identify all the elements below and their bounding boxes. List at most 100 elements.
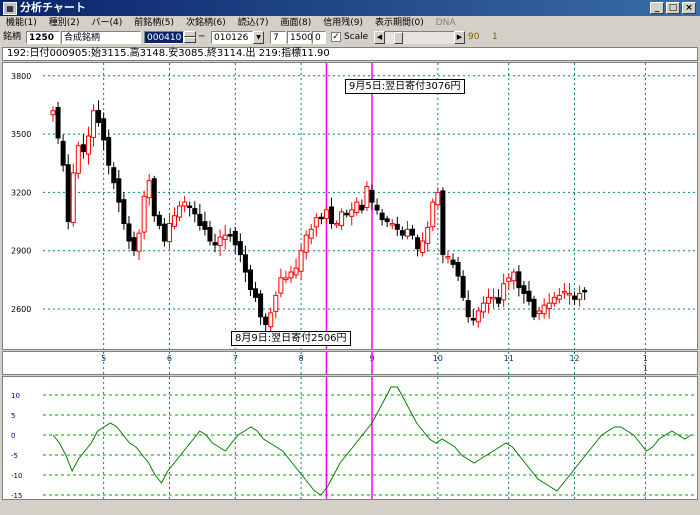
date-tick-label: 10 [433,354,443,363]
candle-body [116,178,122,203]
param2-field[interactable]: 1500 [287,31,313,44]
candle-body [516,271,522,289]
menu-dna: DNA [435,18,456,28]
candle-body [111,167,117,184]
candle-body [334,222,340,226]
candle-body [156,214,162,226]
candle-body [501,283,507,301]
candle-body [141,195,147,233]
candle-body [242,254,248,273]
price-chart-pane[interactable]: 3800 3500 3200 2900 2600 9月5日:翌日寄付3076円 8月9日… [2,62,698,350]
candle-body [475,310,481,323]
candle-body [415,237,421,250]
candle-body [511,271,517,282]
candle-body [258,293,264,318]
end-date-field[interactable]: 010126 [211,31,253,44]
candle-body [308,228,314,239]
candle-body [227,234,233,237]
menu-next-symbol[interactable]: 次銘柄(6) [180,16,232,30]
candle-body [273,294,279,312]
candle-body [207,227,213,242]
candle-body [339,211,345,227]
candle-body [318,216,324,220]
scale-left-arrow-icon[interactable]: ◀ [374,31,385,44]
title-bar: ▦ 分析チャート _ □ × [0,0,700,16]
date-tick-label: 1 [643,354,648,363]
menu-margin[interactable]: 信用残(9) [317,16,369,30]
candle-body [253,288,259,298]
candle-body [344,212,350,216]
indicator-tick-label: -15 [11,492,22,499]
candle-body [212,242,218,246]
candle-body [283,277,289,281]
candle-body [582,289,588,293]
menu-load[interactable]: 読込(7) [232,16,275,30]
scale-slider-thumb[interactable] [394,32,403,44]
candle-body [70,172,76,224]
minimize-button[interactable]: _ [650,2,664,14]
scale-checkbox[interactable]: ✓ [331,32,341,42]
menu-bar: 機能(1) 種別(2) バー(4) 前銘柄(5) 次銘柄(6) 読込(7) 画面… [0,16,700,30]
menu-type[interactable]: 種別(2) [43,16,86,30]
candle-body [450,259,456,265]
candle-body [531,298,537,318]
param1-field[interactable]: 7 [270,31,286,44]
menu-screen[interactable]: 画面(8) [275,16,318,30]
candle-body [161,223,167,242]
start-date-spinner[interactable] [184,31,196,44]
candle-body [91,110,97,138]
candle-body [577,292,583,300]
candle-body [177,205,183,218]
candle-body [435,191,441,206]
symbol-name-field[interactable]: 合成銘柄 [61,31,141,44]
candle-body [106,136,112,166]
maximize-button[interactable]: □ [666,2,680,14]
candle-body [202,221,208,230]
callout-sep5: 9月5日:翌日寄付3076円 [345,79,465,94]
close-button[interactable]: × [682,2,696,14]
candle-body [96,109,102,123]
price-tick-label: 3200 [11,188,31,197]
candle-body [455,261,461,277]
date-tick-label: 12 [569,354,579,363]
candle-body [420,240,426,253]
candle-body [399,230,405,236]
candle-body [146,180,152,199]
date-tick-label: 5 [101,354,106,363]
candle-body [131,237,137,252]
callout-aug9: 8月9日:翌日寄付2506円 [231,331,351,346]
candle-body [197,213,203,226]
candle-body [288,271,294,279]
candle-body [303,234,309,253]
scale-right-arrow-icon[interactable]: ▶ [454,31,465,44]
candle-body [485,296,491,304]
candle-body [192,208,198,215]
candle-body [126,223,132,242]
indicator-tick-label: -5 [11,452,18,460]
candle-body [121,199,127,224]
indicator-pane[interactable]: 10 5 0 -5 -10 -15 [2,376,698,500]
date-tick-label: 7 [233,354,238,363]
candle-body [389,222,395,226]
indicator-chart: 10 5 0 -5 -10 -15 [11,377,695,499]
candle-body [101,118,107,141]
candle-body [491,296,497,300]
candle-body [323,209,329,219]
date-range-dash: ─ [199,32,205,42]
end-date-dropdown[interactable]: ▼ [253,31,264,44]
candle-body [572,295,578,300]
candle-body [187,205,193,208]
menu-function[interactable]: 機能(1) [0,16,43,30]
price-tick-label: 2900 [11,247,31,256]
menu-bar-type[interactable]: バー(4) [86,16,129,30]
param3-field[interactable]: 0 [312,31,326,44]
symbol-code-field[interactable]: 1250 [26,31,60,44]
scale-slider[interactable] [385,31,454,44]
menu-prev-symbol[interactable]: 前銘柄(5) [128,16,180,30]
candle-body [445,256,451,259]
menu-period[interactable]: 表示期間(0) [369,16,430,30]
candle-body [136,232,142,252]
candle-body [425,226,431,244]
start-date-field[interactable]: 000410 [144,31,184,44]
candle-body [496,297,502,304]
